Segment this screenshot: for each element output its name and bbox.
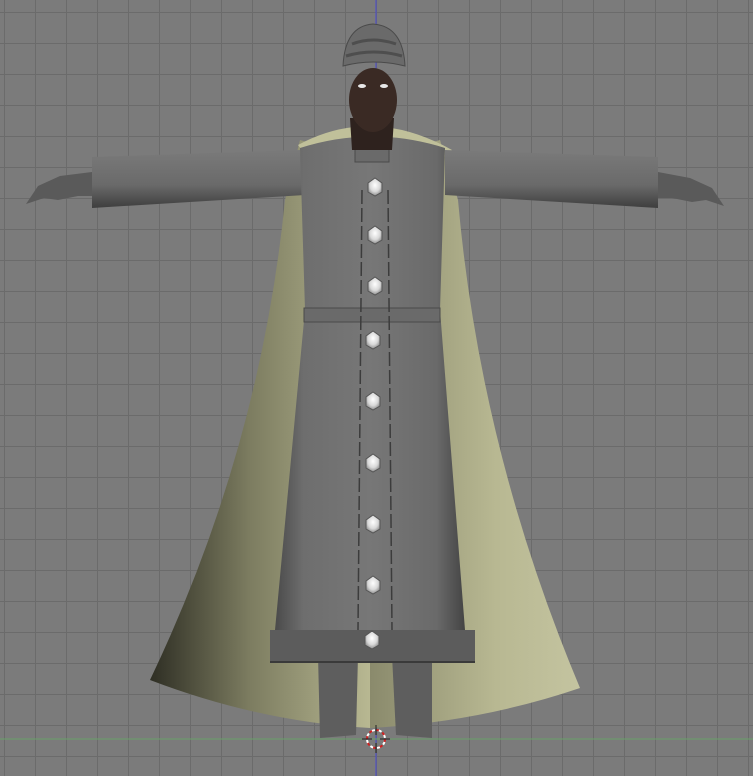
right-boot xyxy=(392,655,432,738)
knit-cap xyxy=(342,23,406,67)
robe-body xyxy=(275,136,465,630)
viewport-canvas xyxy=(0,0,753,776)
right-sleeve xyxy=(445,150,658,208)
belt xyxy=(303,307,441,323)
face xyxy=(349,68,397,132)
3d-viewport[interactable] xyxy=(0,0,753,776)
left-arm xyxy=(26,150,305,208)
right-arm xyxy=(445,150,724,208)
collar xyxy=(354,147,390,163)
left-sleeve xyxy=(92,150,305,208)
left-boot xyxy=(318,655,358,738)
right-hand xyxy=(658,172,724,206)
left-hand xyxy=(26,172,92,204)
